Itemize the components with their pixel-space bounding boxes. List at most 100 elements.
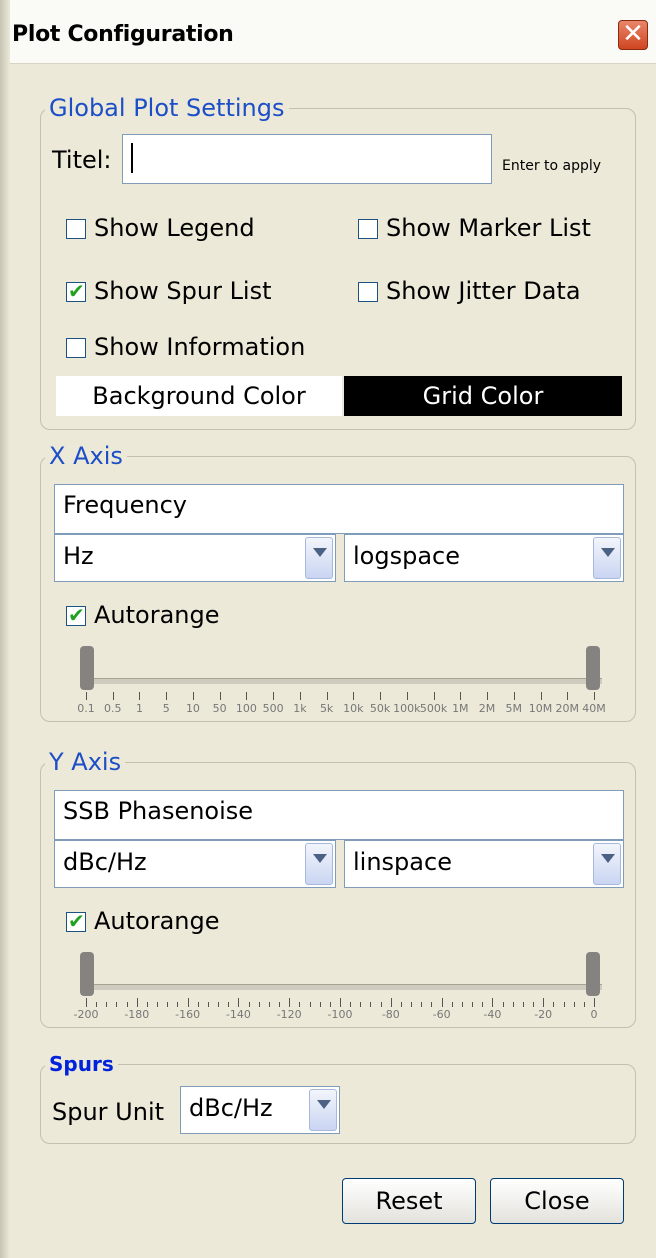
- spurs-legend: Spurs: [49, 1052, 114, 1076]
- y-axis-scale-value: linspace: [353, 848, 452, 876]
- y-axis-minor-tick: [157, 1002, 159, 1007]
- x-axis-unit-select[interactable]: Hz: [54, 534, 336, 582]
- y-axis-legend: Y Axis: [49, 748, 122, 776]
- title-input[interactable]: [122, 134, 492, 184]
- y-axis-minor-tick: [197, 1002, 199, 1007]
- x-range-min-thumb[interactable]: [80, 646, 94, 690]
- show-information-label[interactable]: Show Information: [94, 333, 305, 361]
- x-axis-tick-label: 0.5: [103, 702, 122, 715]
- x-axis-tick: [353, 692, 355, 700]
- x-axis-tick: [166, 692, 168, 700]
- apply-hint: Enter to apply: [502, 158, 602, 174]
- x-axis-legend: X Axis: [49, 442, 123, 470]
- show-legend-box[interactable]: [66, 219, 86, 239]
- title-bar[interactable]: Plot Configuration ✕: [0, 0, 656, 64]
- chevron-down-icon[interactable]: [305, 843, 333, 885]
- y-axis-minor-tick: [553, 1002, 555, 1007]
- y-axis-minor-tick: [126, 1002, 128, 1007]
- x-range-max-thumb[interactable]: [586, 646, 600, 690]
- y-axis-tick-label: -160: [175, 1008, 201, 1021]
- show-spur-list-label[interactable]: Show Spur List: [94, 277, 272, 305]
- show-spur-list-box[interactable]: ✔: [66, 279, 86, 303]
- show-jitter-data-box[interactable]: [358, 282, 378, 302]
- window-title: Plot Configuration: [12, 22, 234, 47]
- close-button[interactable]: Close: [490, 1178, 624, 1224]
- reset-button[interactable]: Reset: [342, 1178, 476, 1224]
- x-axis-tick-label: 500: [262, 702, 284, 715]
- y-axis-minor-tick: [268, 1002, 270, 1007]
- x-axis-tick-label: 50: [212, 702, 227, 715]
- global-settings-legend: Global Plot Settings: [49, 94, 285, 122]
- x-axis-tick: [433, 692, 435, 700]
- chevron-down-icon[interactable]: [305, 537, 333, 579]
- y-axis-tick-label: -140: [225, 1008, 251, 1021]
- y-autorange-label[interactable]: Autorange: [94, 907, 220, 935]
- y-axis-minor-tick: [218, 1002, 220, 1007]
- spur-unit-select[interactable]: dBc/Hz: [180, 1086, 340, 1134]
- x-axis-tick: [406, 692, 408, 700]
- y-axis-minor-tick: [451, 1002, 453, 1007]
- y-axis-unit-value: dBc/Hz: [63, 848, 147, 876]
- y-axis-tick-label: -180: [124, 1008, 150, 1021]
- show-marker-list-box[interactable]: [358, 219, 378, 239]
- x-axis-tick-label: 1: [135, 702, 143, 715]
- x-axis-tick: [487, 692, 489, 700]
- y-axis-tick: [492, 998, 494, 1006]
- y-axis-minor-tick: [319, 1002, 321, 1007]
- y-axis-minor-tick: [512, 1002, 514, 1007]
- chevron-down-icon[interactable]: [593, 843, 621, 885]
- y-range-slider-track[interactable]: [82, 984, 602, 990]
- x-axis-scale-value: logspace: [353, 542, 460, 570]
- y-axis-minor-tick: [167, 1002, 169, 1007]
- x-axis-tick-label: 40M: [582, 702, 606, 715]
- y-axis-minor-tick: [350, 1002, 352, 1007]
- x-axis-tick-label: 2M: [478, 702, 496, 715]
- y-axis-tick-label: -200: [73, 1008, 99, 1021]
- show-information-box[interactable]: [66, 338, 86, 358]
- spur-unit-value: dBc/Hz: [189, 1094, 273, 1122]
- y-axis-scale-select[interactable]: linspace: [344, 840, 624, 888]
- x-axis-tick-label: 1M: [452, 702, 469, 715]
- show-jitter-data-label[interactable]: Show Jitter Data: [386, 277, 581, 305]
- y-axis-unit-select[interactable]: dBc/Hz: [54, 840, 336, 888]
- y-range-min-thumb[interactable]: [80, 952, 94, 996]
- y-range-max-thumb[interactable]: [586, 952, 600, 996]
- y-axis-minor-tick: [482, 1002, 484, 1007]
- x-axis-label-value: Frequency: [63, 491, 187, 519]
- grid-color-button[interactable]: Grid Color: [344, 376, 622, 416]
- chevron-down-icon[interactable]: [593, 537, 621, 579]
- show-legend-label[interactable]: Show Legend: [94, 214, 255, 242]
- y-axis-tick-label: 0: [590, 1008, 598, 1021]
- background-color-button[interactable]: Background Color: [56, 376, 342, 416]
- y-axis-minor-tick: [329, 1002, 331, 1007]
- y-axis-tick: [187, 998, 189, 1006]
- y-autorange-box[interactable]: ✔: [66, 909, 86, 933]
- close-icon[interactable]: ✕: [618, 20, 648, 50]
- arrow-shape: [313, 548, 327, 557]
- show-marker-list-label[interactable]: Show Marker List: [386, 214, 591, 242]
- y-axis-tick-label: -120: [276, 1008, 302, 1021]
- y-axis-minor-tick: [258, 1002, 260, 1007]
- x-autorange-box[interactable]: ✔: [66, 603, 86, 627]
- y-axis-label-input[interactable]: SSB Phasenoise: [54, 790, 624, 840]
- x-axis-tick: [513, 692, 515, 700]
- x-axis-tick-label: 50k: [369, 702, 391, 715]
- y-axis-tick: [86, 998, 87, 1006]
- y-axis-minor-tick: [502, 1002, 504, 1007]
- x-range-slider-track[interactable]: [82, 678, 602, 684]
- arrow-shape: [313, 854, 327, 863]
- x-axis-tick-label: 0.1: [77, 702, 95, 715]
- x-axis-label-input[interactable]: Frequency: [54, 484, 624, 534]
- y-axis-minor-tick: [228, 1002, 230, 1007]
- y-axis-minor-tick: [400, 1002, 402, 1007]
- y-axis-minor-tick: [421, 1002, 423, 1007]
- x-axis-scale-select[interactable]: logspace: [344, 534, 624, 582]
- y-axis-tick-label: -40: [483, 1008, 502, 1021]
- y-axis-minor-tick: [96, 1002, 98, 1007]
- y-axis-minor-tick: [106, 1002, 108, 1007]
- x-axis-tick: [86, 692, 87, 700]
- dialog-content: Global Plot Settings Titel: Enter to app…: [10, 64, 656, 1258]
- y-axis-tick-label: -20: [534, 1008, 553, 1021]
- chevron-down-icon[interactable]: [309, 1089, 337, 1131]
- x-autorange-label[interactable]: Autorange: [94, 601, 220, 629]
